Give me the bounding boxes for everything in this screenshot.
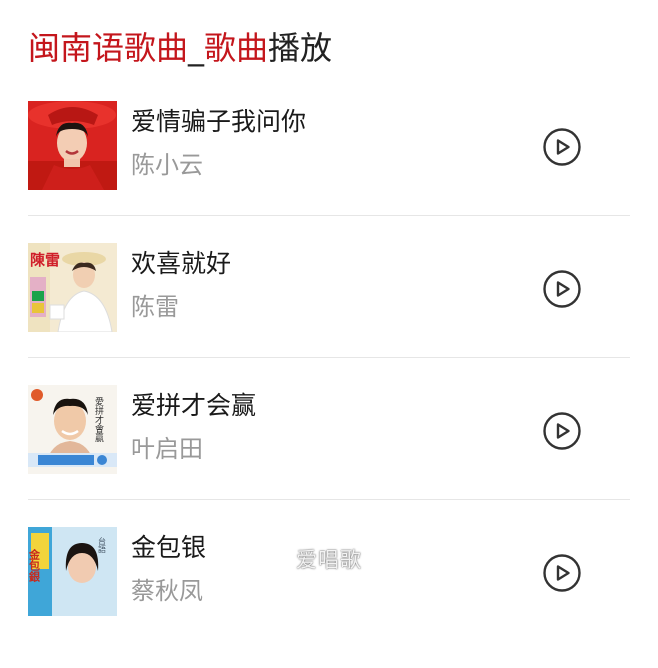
row-divider [28, 215, 630, 216]
title-songs-label: 歌曲 [204, 29, 269, 67]
song-title[interactable]: 爱拼才会赢 [131, 388, 256, 424]
song-list: 爱情骗子我问你 陈小云 陳雷 欢喜就好 陈雷 愛拼才會贏 爱拼才会赢 叶启田 金… [28, 100, 630, 668]
song-row[interactable]: 陳雷 欢喜就好 陈雷 [28, 242, 630, 384]
song-title[interactable]: 爱情骗子我问你 [131, 104, 306, 140]
album-cover-image[interactable]: 陳雷 [28, 243, 117, 332]
album-cover-text: 陳雷 [30, 251, 60, 269]
song-artist: 蔡秋凤 [131, 577, 203, 605]
album-cover-image[interactable] [28, 101, 117, 190]
title-underscore: _ [188, 29, 205, 67]
title-category-label: 闽南语歌曲 [28, 29, 189, 67]
album-cover-image[interactable]: 金包銀 台語 [28, 527, 117, 616]
row-divider [28, 357, 630, 358]
watermark-text: 爱唱歌 [296, 548, 362, 572]
song-title[interactable]: 欢喜就好 [131, 246, 231, 282]
play-circle-icon[interactable] [542, 127, 582, 167]
svg-text:台語: 台語 [98, 536, 107, 554]
play-circle-icon[interactable] [542, 411, 582, 451]
play-circle-icon[interactable] [542, 553, 582, 593]
song-title[interactable]: 金包银 [131, 530, 206, 566]
song-row[interactable]: 爱情骗子我问你 陈小云 [28, 100, 630, 242]
song-artist: 陈小云 [131, 151, 203, 179]
song-row[interactable]: 愛拼才會贏 爱拼才会赢 叶启田 [28, 384, 630, 526]
play-circle-icon[interactable] [542, 269, 582, 309]
album-cover-text: 愛拼才會贏 [93, 396, 104, 443]
title-play-label: 播放 [268, 29, 333, 67]
album-cover-text: 金包銀 [28, 548, 41, 583]
row-divider [28, 499, 630, 500]
song-artist: 叶启田 [131, 435, 203, 463]
song-artist: 陈雷 [131, 293, 179, 321]
album-cover-image[interactable]: 愛拼才會贏 [28, 385, 117, 474]
page-title: 闽南语歌曲_歌曲播放 [28, 26, 332, 70]
